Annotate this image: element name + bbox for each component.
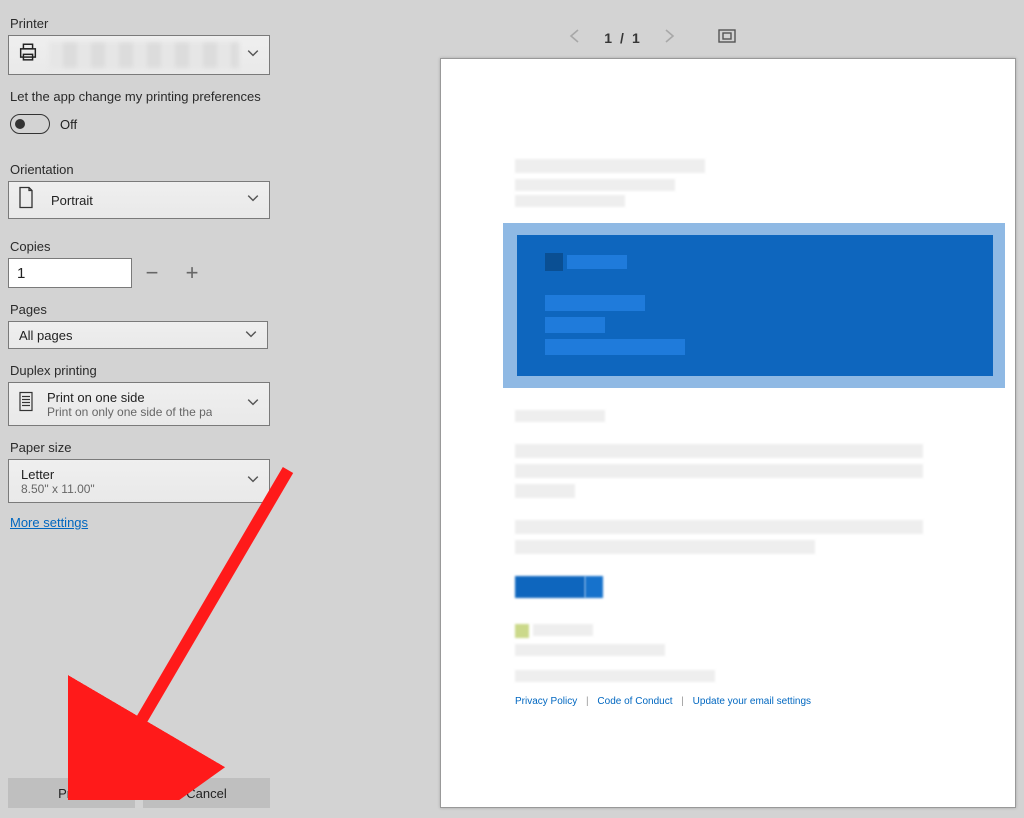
paper-label: Paper size (10, 440, 270, 455)
copies-plus-button[interactable]: + (172, 258, 212, 288)
preview-page: Privacy Policy | Code of Conduct | Updat… (440, 58, 1016, 808)
orientation-value: Portrait (51, 193, 93, 208)
settings-panel: Printer Let the app change my printing p… (0, 0, 278, 818)
prev-page-button[interactable] (566, 27, 584, 50)
page-total: 1 (632, 30, 640, 46)
footer-link-conduct: Code of Conduct (597, 696, 672, 707)
preview-pane: 1 / 1 (278, 0, 1024, 818)
app-change-label: Let the app change my printing preferenc… (10, 89, 270, 104)
chevron-down-icon (245, 328, 257, 343)
printer-icon (17, 42, 39, 69)
printer-label: Printer (10, 16, 270, 31)
chevron-down-icon (247, 46, 259, 64)
duplex-value: Print on one side (47, 390, 145, 405)
footer-link-privacy: Privacy Policy (515, 696, 577, 707)
chevron-down-icon (247, 191, 259, 209)
duplex-sub: Print on only one side of the pa (47, 405, 212, 419)
fit-page-button[interactable] (718, 29, 736, 48)
paper-dropdown[interactable]: Letter 8.50" x 11.00" (8, 459, 270, 503)
more-settings-link[interactable]: More settings (10, 515, 270, 530)
chevron-down-icon (247, 472, 259, 490)
pages-dropdown[interactable]: All pages (8, 321, 268, 349)
print-button[interactable]: Print (8, 778, 135, 808)
pages-label: Pages (10, 302, 270, 317)
orientation-label: Orientation (10, 162, 270, 177)
cancel-button[interactable]: Cancel (143, 778, 270, 808)
paper-value: Letter (21, 467, 54, 482)
chevron-down-icon (247, 395, 259, 413)
app-change-toggle[interactable] (10, 114, 50, 134)
copies-minus-button[interactable]: − (132, 258, 172, 288)
page-sep: / (620, 30, 624, 46)
copies-label: Copies (10, 239, 270, 254)
footer-link-email: Update your email settings (693, 696, 811, 707)
printer-name-placeholder (49, 42, 239, 68)
duplex-label: Duplex printing (10, 363, 270, 378)
page-indicator: 1 / 1 (604, 30, 639, 46)
paper-sub: 8.50" x 11.00" (21, 482, 95, 496)
orientation-dropdown[interactable]: Portrait (8, 181, 270, 219)
duplex-icon (17, 391, 35, 418)
preview-toolbar: 1 / 1 (278, 18, 1024, 58)
next-page-button[interactable] (660, 27, 678, 50)
page-portrait-icon (17, 187, 35, 214)
print-dialog: Printer Let the app change my printing p… (0, 0, 1024, 818)
page-current: 1 (604, 30, 612, 46)
printer-dropdown[interactable] (8, 35, 270, 75)
copies-input[interactable] (8, 258, 132, 288)
preview-footer-links: Privacy Policy | Code of Conduct | Updat… (515, 696, 975, 707)
app-change-toggle-state: Off (60, 117, 77, 132)
pages-value: All pages (19, 328, 72, 343)
duplex-dropdown[interactable]: Print on one side Print on only one side… (8, 382, 270, 426)
